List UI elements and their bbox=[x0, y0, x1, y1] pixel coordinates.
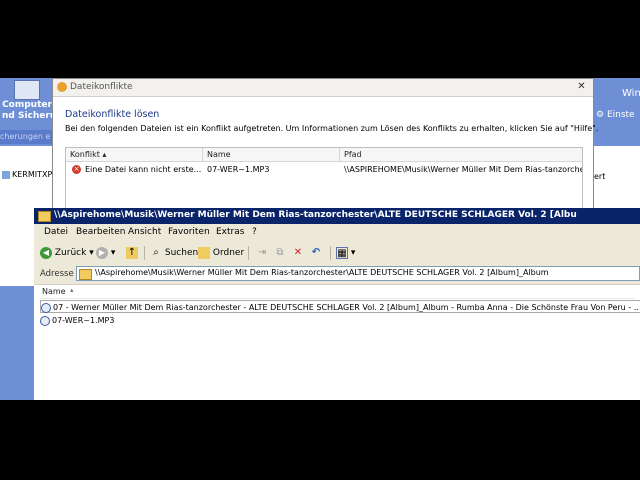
column-path[interactable]: Pfad bbox=[340, 148, 582, 161]
address-text: \\Aspirehome\Musik\Werner Müller Mit Dem… bbox=[95, 268, 549, 277]
sort-up-icon: ▴ bbox=[102, 150, 107, 159]
toolbar-separator bbox=[330, 246, 331, 260]
toolbar-separator bbox=[144, 246, 145, 260]
forward-button[interactable]: ▶ ▾ bbox=[96, 246, 115, 260]
menu-ansicht[interactable]: Ansicht bbox=[128, 227, 161, 237]
right-list-item: ert bbox=[594, 172, 606, 181]
delete-icon: ✕ bbox=[293, 246, 303, 258]
screen: Computer nd Sicherun cherungen e KERMITX… bbox=[0, 78, 640, 400]
computer-label-line-2: nd Sicherun bbox=[2, 111, 52, 121]
cell-name: 07-WER~1.MP3 bbox=[207, 165, 270, 174]
chevron-down-icon: ▾ bbox=[350, 248, 356, 258]
cell-conflict-text: Eine Datei kann nicht erste... bbox=[85, 165, 202, 174]
explorer-titlebar[interactable]: \\Aspirehome\Musik\Werner Müller Mit Dem… bbox=[34, 208, 640, 224]
settings-label: Einste bbox=[606, 110, 635, 120]
conflict-table-header: Konflikt ▴ Name Pfad bbox=[66, 148, 582, 162]
explorer-window: \\Aspirehome\Musik\Werner Müller Mit Dem… bbox=[34, 208, 640, 400]
menubar: Datei Bearbeiten Ansicht Favoriten Extra… bbox=[34, 224, 640, 243]
error-icon: × bbox=[72, 165, 81, 174]
sort-up-icon: ▴ bbox=[70, 286, 74, 294]
back-arrow-icon: ◀ bbox=[40, 246, 52, 259]
delete-button[interactable]: ✕ bbox=[292, 246, 304, 260]
close-icon[interactable]: ✕ bbox=[575, 81, 588, 93]
computer-small-icon bbox=[2, 170, 10, 179]
column-conflict[interactable]: Konflikt ▴ bbox=[66, 148, 203, 161]
sync-icon bbox=[57, 82, 67, 92]
folders-icon bbox=[198, 246, 210, 259]
search-button[interactable]: ⌕ Suchen bbox=[150, 246, 198, 260]
right-list-pane: ert bbox=[592, 146, 640, 216]
views-icon: ▦ bbox=[336, 246, 348, 259]
search-icon: ⌕ bbox=[153, 246, 159, 258]
folders-button[interactable]: Ordner bbox=[198, 246, 244, 260]
toolbar: ◀ Zurück ▾ ▶ ▾ ↑ ⌕ Suchen Ordner ⇥ ⧉ ✕ ↶… bbox=[34, 242, 640, 265]
menu-bearbeiten[interactable]: Bearbeiten bbox=[76, 227, 125, 237]
address-label: Adresse bbox=[40, 269, 74, 279]
undo-button[interactable]: ↶ bbox=[310, 246, 322, 260]
cell-path: \\ASPIREHOME\Musik\Werner Müller Mit Dem… bbox=[344, 165, 582, 174]
backup-link[interactable]: cherungen e bbox=[0, 130, 52, 144]
search-label: Suchen bbox=[164, 248, 199, 258]
folders-label: Ordner bbox=[212, 248, 245, 258]
computer-label[interactable]: Computer nd Sicherun bbox=[2, 100, 52, 122]
menu-favoriten[interactable]: Favoriten bbox=[168, 227, 210, 237]
menu-extras[interactable]: Extras bbox=[216, 227, 244, 237]
settings-link[interactable]: ⚙ Einste bbox=[596, 110, 635, 120]
file-name: 07-WER~1.MP3 bbox=[52, 316, 115, 325]
table-row[interactable]: × Eine Datei kann nicht erste... 07-WER~1… bbox=[66, 162, 582, 178]
up-button[interactable]: ↑ bbox=[126, 246, 138, 260]
copy-to-icon: ⧉ bbox=[276, 246, 284, 258]
undo-icon: ↶ bbox=[311, 246, 321, 258]
menu-datei[interactable]: Datei bbox=[44, 227, 68, 237]
move-to-button[interactable]: ⇥ bbox=[256, 246, 268, 260]
views-button[interactable]: ▦ ▾ bbox=[336, 246, 355, 260]
windows-label: Windo bbox=[622, 88, 640, 99]
column-name-header[interactable]: Name bbox=[42, 287, 66, 296]
conflict-dialog: Dateikonflikte ✕ Dateikonflikte lösen Be… bbox=[52, 78, 598, 220]
address-bar: Adresse \\Aspirehome\Musik\Werner Müller… bbox=[34, 264, 640, 285]
audio-file-icon bbox=[40, 315, 50, 326]
back-button[interactable]: ◀ Zurück ▾ bbox=[40, 246, 94, 260]
dialog-heading: Dateikonflikte lösen bbox=[65, 109, 160, 120]
chevron-down-icon: ▾ bbox=[89, 248, 94, 258]
list-item[interactable]: 07 - Werner Müller Mit Dem Rias-tanzorch… bbox=[40, 300, 640, 313]
list-item[interactable]: 07-WER~1.MP3 bbox=[40, 314, 114, 327]
back-label: Zurück bbox=[54, 248, 87, 258]
audio-file-icon bbox=[41, 302, 51, 313]
cell-conflict: × Eine Datei kann nicht erste... bbox=[68, 162, 203, 178]
kermitxp-label: KERMITXP bbox=[12, 170, 53, 179]
computer-label-line-1: Computer bbox=[2, 100, 52, 110]
folder-icon bbox=[79, 269, 92, 280]
file-name: 07 - Werner Müller Mit Dem Rias-tanzorch… bbox=[53, 303, 640, 312]
toolbar-separator bbox=[248, 246, 249, 260]
folder-up-icon: ↑ bbox=[126, 246, 138, 259]
dialog-titlebar[interactable]: Dateikonflikte ✕ bbox=[53, 79, 593, 97]
move-to-icon: ⇥ bbox=[257, 246, 267, 258]
chevron-down-icon: ▾ bbox=[110, 248, 116, 258]
folder-icon bbox=[38, 211, 51, 222]
dialog-title: Dateikonflikte bbox=[70, 82, 133, 92]
file-list-header: Name ▴ bbox=[40, 286, 634, 299]
dialog-description: Bei den folgenden Dateien ist ein Konfli… bbox=[65, 124, 599, 133]
menu-help[interactable]: ? bbox=[252, 227, 257, 237]
explorer-title: \\Aspirehome\Musik\Werner Müller Mit Dem… bbox=[54, 210, 577, 220]
column-conflict-label: Konflikt bbox=[70, 150, 100, 159]
address-input[interactable]: \\Aspirehome\Musik\Werner Müller Mit Dem… bbox=[76, 266, 640, 281]
column-name[interactable]: Name bbox=[203, 148, 340, 161]
computer-icon[interactable] bbox=[14, 80, 40, 100]
forward-arrow-icon: ▶ bbox=[96, 246, 108, 259]
kermitxp-item[interactable]: KERMITXP bbox=[2, 170, 52, 179]
copy-to-button[interactable]: ⧉ bbox=[274, 246, 286, 260]
